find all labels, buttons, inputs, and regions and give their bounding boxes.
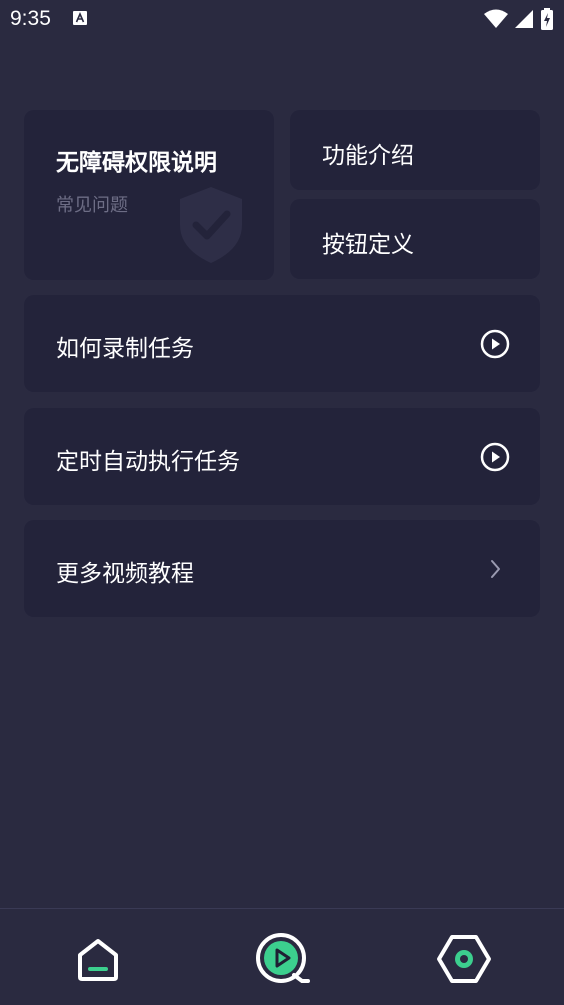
button-definition-label: 按钮定义 (322, 232, 414, 258)
battery-charging-icon (541, 8, 553, 30)
card-subtitle: 常见问题 (56, 195, 128, 216)
wifi-icon (484, 9, 508, 28)
status-bar: 9:35 (0, 0, 564, 40)
record-task-tutorial-row[interactable]: 如何录制任务 (24, 295, 540, 392)
bottom-navigation (0, 908, 564, 1005)
more-video-tutorials-row[interactable]: 更多视频教程 (24, 520, 540, 617)
a-notification-icon (73, 11, 87, 25)
scheduled-task-tutorial-row[interactable]: 定时自动执行任务 (24, 408, 540, 505)
button-definition-card[interactable]: 按钮定义 (290, 199, 540, 279)
shield-check-icon (180, 187, 242, 263)
row-label: 定时自动执行任务 (56, 449, 240, 475)
play-circle-icon (480, 442, 510, 472)
status-time: 9:35 (10, 7, 51, 30)
row-label: 如何录制任务 (56, 336, 194, 362)
home-icon[interactable] (70, 931, 126, 987)
signal-icon (515, 10, 533, 28)
hexagon-settings-icon[interactable] (436, 931, 492, 987)
feature-intro-card[interactable]: 功能介绍 (290, 110, 540, 190)
feature-intro-label: 功能介绍 (322, 143, 414, 169)
card-title: 无障碍权限说明 (56, 150, 217, 176)
status-icons (484, 8, 554, 30)
row-label: 更多视频教程 (56, 561, 194, 587)
chevron-right-icon (491, 560, 500, 578)
accessibility-permission-card[interactable]: 无障碍权限说明 常见问题 (24, 110, 274, 280)
play-search-icon[interactable] (254, 931, 310, 987)
play-circle-icon (480, 329, 510, 359)
